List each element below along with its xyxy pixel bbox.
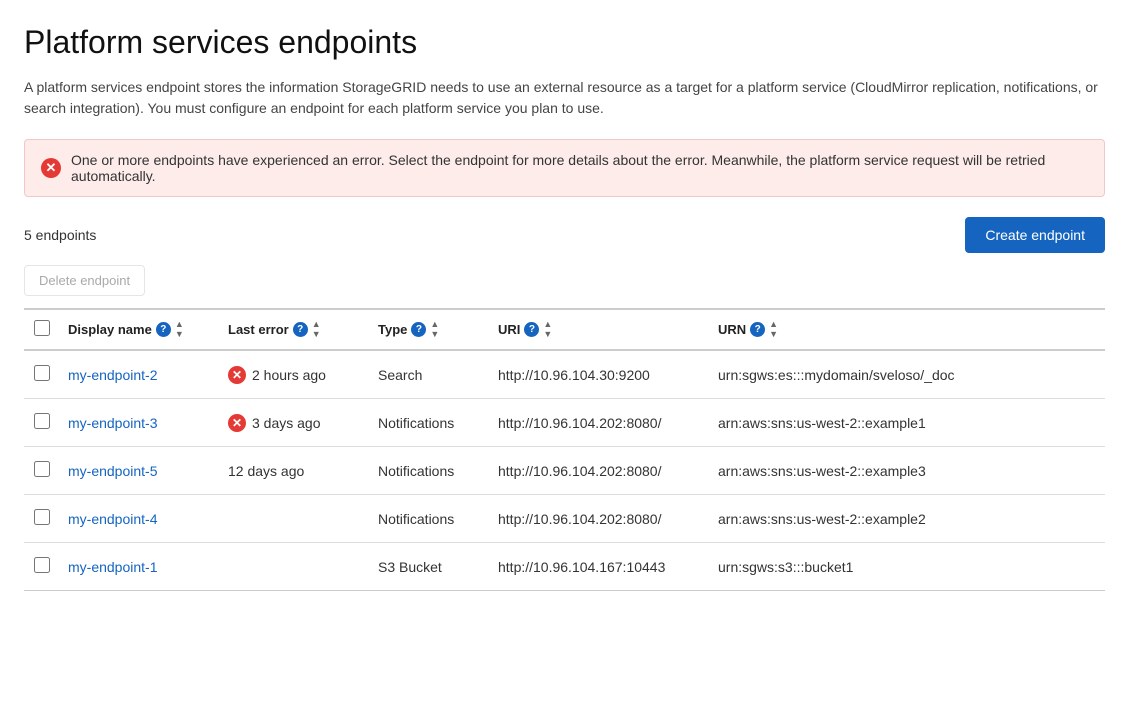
sort-icon-last-error[interactable]: ▲▼: [312, 320, 321, 339]
endpoint-uri-cell: http://10.96.104.30:9200: [490, 350, 710, 399]
th-uri: URI ? ▲▼: [490, 309, 710, 350]
endpoint-name-link[interactable]: my-endpoint-3: [68, 415, 158, 431]
row-error-time: 3 days ago: [252, 415, 321, 431]
page-description: A platform services endpoint stores the …: [24, 77, 1104, 119]
table-row: my-endpoint-4 Notificationshttp://10.96.1…: [24, 495, 1105, 543]
alert-error-icon: ✕: [41, 158, 61, 178]
sort-icon-type[interactable]: ▲▼: [430, 320, 439, 339]
alert-error-message: One or more endpoints have experienced a…: [71, 152, 1088, 184]
last-error-cell: ✕ 3 days ago: [220, 399, 370, 447]
row-select-checkbox[interactable]: [34, 557, 50, 573]
row-error-icon: ✕: [228, 414, 246, 432]
endpoint-count: 5 endpoints: [24, 227, 96, 243]
endpoint-type-cell: Search: [370, 350, 490, 399]
row-error-icon: ✕: [228, 366, 246, 384]
endpoint-name-link[interactable]: my-endpoint-5: [68, 463, 158, 479]
help-icon-type[interactable]: ?: [411, 322, 426, 337]
last-error-cell: [220, 543, 370, 591]
endpoint-type-cell: Notifications: [370, 495, 490, 543]
endpoint-name-link[interactable]: my-endpoint-2: [68, 367, 158, 383]
endpoint-type-cell: S3 Bucket: [370, 543, 490, 591]
row-checkbox-cell[interactable]: [24, 447, 60, 495]
endpoint-type-cell: Notifications: [370, 399, 490, 447]
endpoints-table: Display name ? ▲▼ Last error ? ▲▼: [24, 308, 1105, 591]
last-error-cell: ✕ 2 hours ago: [220, 350, 370, 399]
sort-icon-display-name[interactable]: ▲▼: [175, 320, 184, 339]
endpoint-name-cell: my-endpoint-3: [60, 399, 220, 447]
error-alert: ✕ One or more endpoints have experienced…: [24, 139, 1105, 197]
endpoint-uri-cell: http://10.96.104.202:8080/: [490, 447, 710, 495]
row-select-checkbox[interactable]: [34, 461, 50, 477]
toolbar: 5 endpoints Create endpoint: [24, 217, 1105, 253]
endpoint-name-cell: my-endpoint-5: [60, 447, 220, 495]
select-all-checkbox-header[interactable]: [24, 309, 60, 350]
row-select-checkbox[interactable]: [34, 413, 50, 429]
table-row: my-endpoint-1 S3 Buckethttp://10.96.104.1…: [24, 543, 1105, 591]
row-checkbox-cell[interactable]: [24, 350, 60, 399]
sort-icon-uri[interactable]: ▲▼: [543, 320, 552, 339]
page-title: Platform services endpoints: [24, 24, 1105, 61]
endpoint-name-cell: my-endpoint-2: [60, 350, 220, 399]
endpoint-uri-cell: http://10.96.104.202:8080/: [490, 399, 710, 447]
row-last-error-text: 12 days ago: [220, 447, 370, 495]
endpoint-urn-cell: urn:sgws:es:::mydomain/sveloso/_doc: [710, 350, 1105, 399]
th-display-name: Display name ? ▲▼: [60, 309, 220, 350]
endpoint-type-cell: Notifications: [370, 447, 490, 495]
delete-endpoint-button[interactable]: Delete endpoint: [24, 265, 145, 296]
endpoint-urn-cell: arn:aws:sns:us-west-2::example3: [710, 447, 1105, 495]
endpoint-name-cell: my-endpoint-4: [60, 495, 220, 543]
help-icon-urn[interactable]: ?: [750, 322, 765, 337]
row-error-time: 2 hours ago: [252, 367, 326, 383]
help-icon-display-name[interactable]: ?: [156, 322, 171, 337]
endpoint-name-link[interactable]: my-endpoint-4: [68, 511, 158, 527]
table-header-row: Display name ? ▲▼ Last error ? ▲▼: [24, 309, 1105, 350]
help-icon-last-error[interactable]: ?: [293, 322, 308, 337]
help-icon-uri[interactable]: ?: [524, 322, 539, 337]
th-last-error: Last error ? ▲▼: [220, 309, 370, 350]
endpoint-urn-cell: arn:aws:sns:us-west-2::example1: [710, 399, 1105, 447]
endpoint-uri-cell: http://10.96.104.167:10443: [490, 543, 710, 591]
endpoint-urn-cell: arn:aws:sns:us-west-2::example2: [710, 495, 1105, 543]
endpoint-uri-cell: http://10.96.104.202:8080/: [490, 495, 710, 543]
table-row: my-endpoint-3 ✕ 3 days ago Notificationshtt…: [24, 399, 1105, 447]
last-error-cell: [220, 495, 370, 543]
row-checkbox-cell[interactable]: [24, 543, 60, 591]
sort-icon-urn[interactable]: ▲▼: [769, 320, 778, 339]
row-checkbox-cell[interactable]: [24, 495, 60, 543]
th-urn: URN ? ▲▼: [710, 309, 1105, 350]
row-checkbox-cell[interactable]: [24, 399, 60, 447]
table-row: my-endpoint-2 ✕ 2 hours ago Searchhttp://10…: [24, 350, 1105, 399]
select-all-checkbox[interactable]: [34, 320, 50, 336]
row-select-checkbox[interactable]: [34, 509, 50, 525]
th-type: Type ? ▲▼: [370, 309, 490, 350]
endpoint-name-link[interactable]: my-endpoint-1: [68, 559, 158, 575]
row-select-checkbox[interactable]: [34, 365, 50, 381]
endpoint-name-cell: my-endpoint-1: [60, 543, 220, 591]
create-endpoint-button[interactable]: Create endpoint: [965, 217, 1105, 253]
table-row: my-endpoint-5 12 days agoNotificationshtt…: [24, 447, 1105, 495]
endpoint-urn-cell: urn:sgws:s3:::bucket1: [710, 543, 1105, 591]
